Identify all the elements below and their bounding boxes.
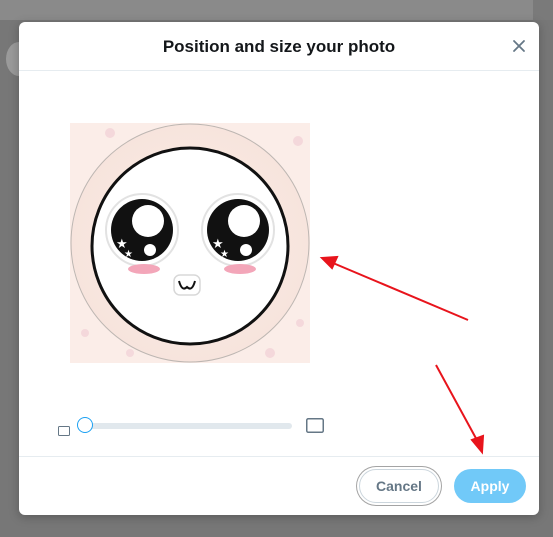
zoom-slider-thumb[interactable]	[77, 417, 93, 433]
svg-text:★: ★	[220, 249, 229, 260]
large-image-icon	[306, 418, 324, 438]
background-top-bar	[0, 0, 553, 20]
svg-text:★: ★	[124, 249, 133, 260]
photo-crop-area[interactable]: ★ ★ ★ ★	[70, 123, 310, 363]
close-button[interactable]	[509, 36, 529, 56]
photo-image: ★ ★ ★ ★	[70, 123, 310, 363]
position-photo-dialog: Position and size your photo ★ ★ ★ ★ Can…	[19, 22, 539, 515]
dialog-title: Position and size your photo	[162, 37, 396, 56]
cancel-button[interactable]: Cancel	[359, 469, 439, 503]
apply-button[interactable]: Apply	[454, 469, 526, 503]
dialog-header: Position and size your photo	[19, 22, 539, 71]
background-topbar-corner	[533, 0, 553, 20]
small-image-icon	[58, 423, 70, 441]
close-icon	[513, 40, 525, 52]
zoom-slider-track[interactable]	[82, 423, 292, 429]
